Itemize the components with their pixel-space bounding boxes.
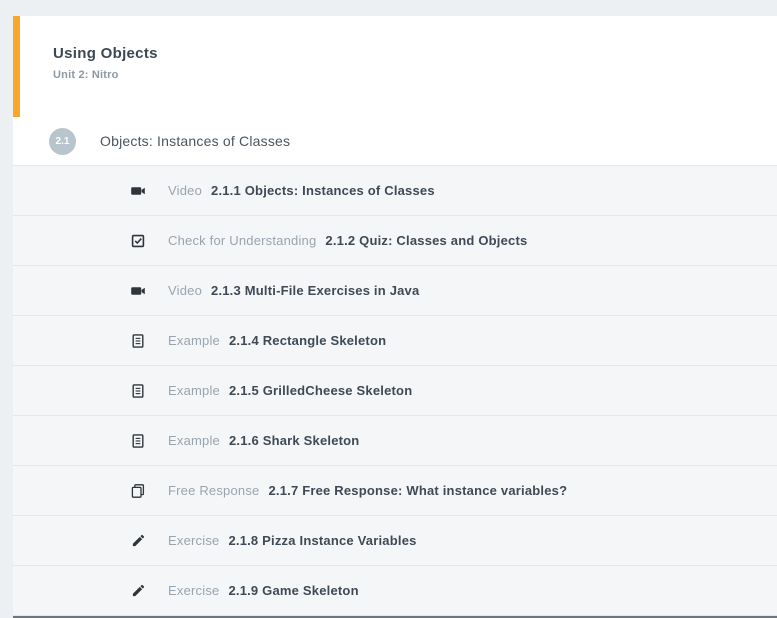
lesson-type-label: Video [168, 183, 202, 198]
lesson-row[interactable]: Exercise 2.1.9 Game Skeleton [13, 566, 777, 616]
lesson-type-label: Exercise [168, 533, 219, 548]
video-icon [130, 183, 146, 199]
unit-card: Using Objects Unit 2: Nitro 2.1 Objects:… [13, 16, 777, 618]
lesson-title[interactable]: 2.1.7 Free Response: What instance varia… [268, 483, 567, 498]
lesson-type-label: Check for Understanding [168, 233, 316, 248]
lesson-row[interactable]: Example 2.1.4 Rectangle Skeleton [13, 316, 777, 366]
lesson-row[interactable]: Example 2.1.5 GrilledCheese Skeleton [13, 366, 777, 416]
lesson-title[interactable]: 2.1.6 Shark Skeleton [229, 433, 359, 448]
lesson-type-label: Example [168, 333, 220, 348]
lesson-type-label: Video [168, 283, 202, 298]
unit-title: Using Objects [53, 45, 777, 62]
module-section-header[interactable]: 2.1 Objects: Instances of Classes [13, 117, 777, 166]
lesson-title[interactable]: 2.1.5 GrilledCheese Skeleton [229, 383, 412, 398]
document-icon [130, 383, 146, 399]
lesson-title[interactable]: 2.1.4 Rectangle Skeleton [229, 333, 386, 348]
lesson-title[interactable]: 2.1.2 Quiz: Classes and Objects [325, 233, 527, 248]
lesson-title[interactable]: 2.1.9 Game Skeleton [228, 583, 358, 598]
document-icon [130, 333, 146, 349]
lesson-type-label: Example [168, 433, 220, 448]
lesson-title[interactable]: 2.1.8 Pizza Instance Variables [228, 533, 416, 548]
copy-icon [130, 483, 146, 499]
lesson-type-label: Free Response [168, 483, 259, 498]
lesson-row[interactable]: Exercise 2.1.8 Pizza Instance Variables [13, 516, 777, 566]
document-icon [130, 433, 146, 449]
lesson-title[interactable]: 2.1.1 Objects: Instances of Classes [211, 183, 435, 198]
lesson-row[interactable]: Check for Understanding 2.1.2 Quiz: Clas… [13, 216, 777, 266]
unit-subtitle: Unit 2: Nitro [53, 69, 777, 81]
lesson-list: Video 2.1.1 Objects: Instances of Classe… [13, 166, 777, 616]
lesson-title[interactable]: 2.1.3 Multi-File Exercises in Java [211, 283, 419, 298]
module-section-title: Objects: Instances of Classes [100, 133, 290, 149]
pencil-icon [131, 533, 146, 548]
video-icon [130, 283, 146, 299]
lesson-row[interactable]: Example 2.1.6 Shark Skeleton [13, 416, 777, 466]
lesson-type-label: Exercise [168, 583, 219, 598]
lesson-row[interactable]: Free Response 2.1.7 Free Response: What … [13, 466, 777, 516]
checkbox-icon [130, 233, 146, 249]
pencil-icon [131, 583, 146, 598]
module-number-badge: 2.1 [49, 128, 76, 155]
lesson-row[interactable]: Video 2.1.3 Multi-File Exercises in Java [13, 266, 777, 316]
unit-header: Using Objects Unit 2: Nitro [13, 16, 777, 117]
lesson-row[interactable]: Video 2.1.1 Objects: Instances of Classe… [13, 166, 777, 216]
lesson-type-label: Example [168, 383, 220, 398]
